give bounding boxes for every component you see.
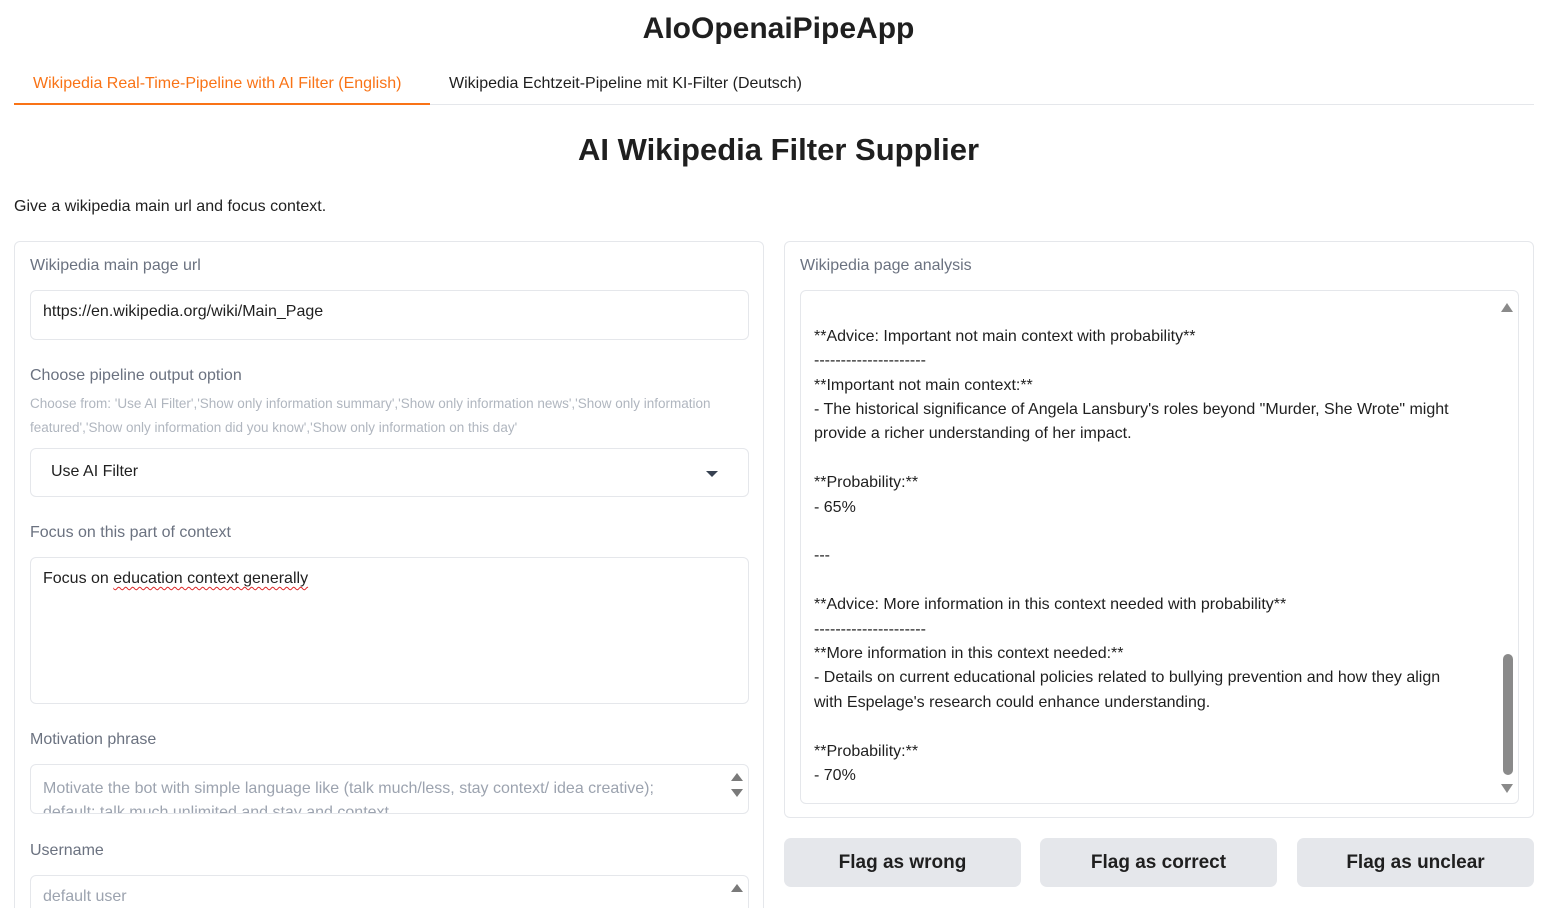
page-description: Give a wikipedia main url and focus cont…	[14, 198, 327, 215]
analysis-line: **Important not main context:**	[814, 376, 1033, 394]
motivation-placeholder-line2: default: talk much unlimited and stay an…	[43, 804, 389, 814]
output-label: Wikipedia page analysis	[800, 257, 972, 274]
tab-deutsch[interactable]: Wikipedia Echtzeit-Pipeline mit KI-Filte…	[449, 64, 802, 105]
motivation-spinner[interactable]	[730, 773, 744, 797]
analysis-line	[814, 569, 1494, 593]
url-label: Wikipedia main page url	[30, 257, 201, 274]
flag-wrong-button[interactable]: Flag as wrong	[784, 838, 1021, 887]
motivation-placeholder-line1: Motivate the bot with simple language li…	[43, 780, 654, 797]
pipeline-label: Choose pipeline output option	[30, 367, 242, 384]
analysis-line: **Probability:**	[814, 474, 919, 492]
analysis-text: --- **Advice: Important not main context …	[814, 291, 1494, 788]
focus-label: Focus on this part of context	[30, 524, 231, 541]
focus-textarea[interactable]: Focus on education context generally	[30, 557, 749, 704]
username-spinner[interactable]	[730, 884, 744, 892]
url-input[interactable]: https://en.wikipedia.org/wiki/Main_Page	[30, 290, 749, 340]
url-input-value: https://en.wikipedia.org/wiki/Main_Page	[43, 303, 324, 320]
analysis-line	[814, 447, 1494, 471]
tab-english[interactable]: Wikipedia Real-Time-Pipeline with AI Fil…	[14, 64, 430, 105]
username-label: Username	[30, 842, 104, 859]
analysis-line: - 65%	[814, 498, 856, 516]
analysis-line	[814, 520, 1494, 544]
motivation-label: Motivation phrase	[30, 731, 157, 748]
analysis-line: provide a richer understanding of her im…	[814, 425, 1132, 443]
analysis-line: ---------------------	[814, 620, 926, 638]
focus-value-prefix: Focus on	[43, 570, 114, 587]
scrollbar-thumb[interactable]	[1503, 654, 1513, 775]
input-panel: Wikipedia main page url https://en.wikip…	[14, 241, 764, 908]
spin-up-icon[interactable]	[731, 773, 743, 781]
app-title: AIoOpenaiPipeApp	[642, 12, 915, 45]
spin-down-icon[interactable]	[731, 789, 743, 797]
analysis-line: **Advice: Important not main context wit…	[814, 327, 1196, 345]
analysis-line: **Advice: More information in this conte…	[814, 596, 1287, 614]
focus-value-spellchecked: education context generally	[113, 570, 309, 587]
analysis-line: ---	[814, 547, 830, 565]
analysis-line: ---	[814, 291, 1494, 300]
flag-unclear-button[interactable]: Flag as unclear	[1297, 838, 1534, 887]
analysis-line: **Probability:**	[814, 742, 919, 760]
scroll-up-icon[interactable]	[1501, 303, 1513, 312]
pipeline-hint: Choose from: 'Use AI Filter','Show only …	[30, 396, 711, 435]
pipeline-select[interactable]: Use AI Filter	[30, 448, 749, 497]
tab-bar: Wikipedia Real-Time-Pipeline with AI Fil…	[14, 64, 1534, 105]
username-placeholder: default user	[43, 888, 127, 905]
analysis-line: - 70%	[814, 767, 856, 785]
analysis-line: with Espelage's research could enhance u…	[814, 693, 1211, 711]
analysis-output[interactable]: --- **Advice: Important not main context …	[800, 290, 1519, 804]
scroll-down-icon[interactable]	[1501, 784, 1513, 793]
pipeline-selected-value: Use AI Filter	[51, 463, 139, 480]
output-panel: Wikipedia page analysis --- **Advice: Imp…	[784, 241, 1534, 818]
flag-correct-button[interactable]: Flag as correct	[1040, 838, 1277, 887]
analysis-line	[814, 300, 1494, 324]
username-input[interactable]: default user	[30, 875, 749, 908]
page-heading: AI Wikipedia Filter Supplier	[577, 132, 980, 167]
analysis-line	[814, 715, 1494, 739]
analysis-line: - Details on current educational policie…	[814, 669, 1441, 687]
spin-up-icon[interactable]	[731, 884, 743, 892]
analysis-line: ---------------------	[814, 352, 926, 370]
motivation-textarea[interactable]: Motivate the bot with simple language li…	[30, 764, 749, 814]
chevron-down-icon	[706, 471, 718, 477]
analysis-line: **More information in this context neede…	[814, 645, 1124, 663]
analysis-line: - The historical significance of Angela …	[814, 401, 1449, 419]
